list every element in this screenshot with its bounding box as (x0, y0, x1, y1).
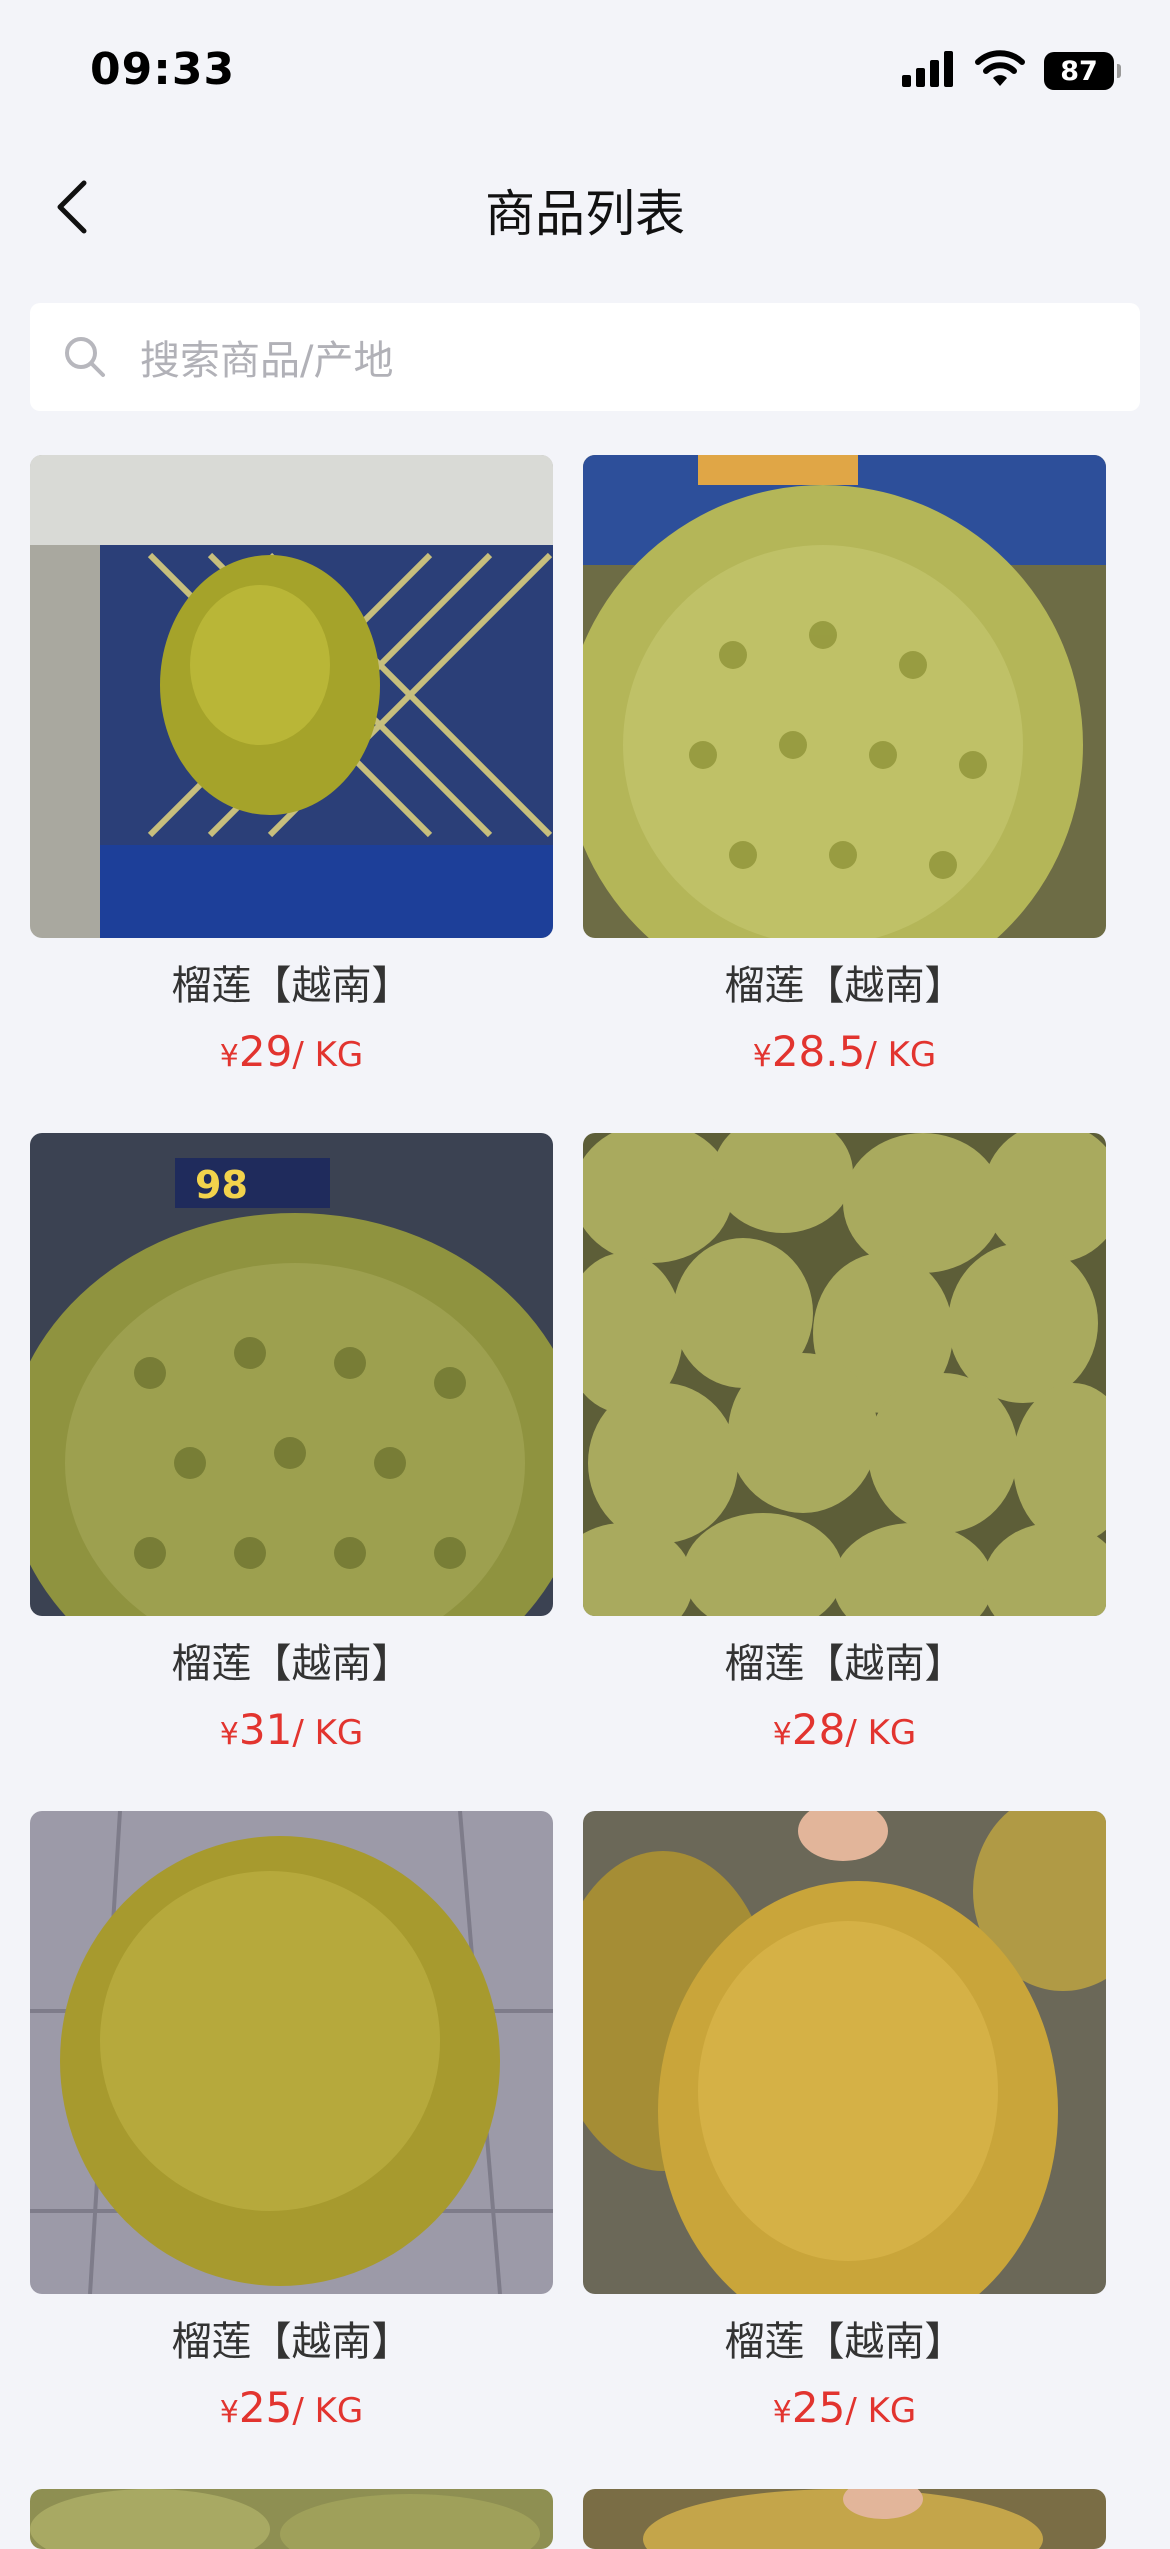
nav-bar: 商品列表 (0, 150, 1170, 265)
product-price: ¥28/ KG (583, 1702, 1106, 1758)
battery-indicator: 87 (1044, 52, 1121, 90)
product-name: 榴莲【越南】 (171, 963, 412, 1009)
price-unit: / KG (292, 1035, 364, 1075)
price-value: 31 (238, 1705, 293, 1754)
status-time: 09:33 (90, 44, 236, 95)
currency-symbol: ¥ (219, 1039, 239, 1074)
page-title: 商品列表 (485, 185, 685, 243)
search-placeholder: 搜索商品/产地 (140, 338, 394, 384)
product-card-partial[interactable] (30, 2489, 553, 2549)
status-bar: 09:33 87 (0, 0, 1170, 150)
signal-icon (902, 51, 956, 91)
currency-symbol: ¥ (772, 1717, 792, 1752)
search-icon (60, 332, 110, 382)
currency-symbol: ¥ (752, 1039, 772, 1074)
status-icons: 87 (902, 50, 1121, 92)
product-card[interactable]: 98 榴莲【越南】 ¥31/ KG (30, 1133, 553, 1811)
product-price: ¥28.5/ KG (583, 1024, 1106, 1080)
product-image[interactable] (583, 1133, 1106, 1616)
product-grid: 榴莲【越南】 ¥29/ KG 榴莲【越南】 ¥28.5/ KG 98 榴莲【越南… (30, 455, 1140, 2549)
product-name: 榴莲【越南】 (724, 963, 965, 1009)
product-card[interactable]: 榴莲【越南】 ¥25/ KG (30, 1811, 553, 2489)
price-value: 28.5 (771, 1027, 866, 1076)
product-name: 榴莲【越南】 (171, 1641, 412, 1687)
price-unit: / KG (292, 2391, 364, 2431)
battery-level: 87 (1060, 55, 1098, 87)
product-price: ¥25/ KG (583, 2380, 1106, 2436)
product-image[interactable] (30, 455, 553, 938)
product-card[interactable]: 榴莲【越南】 ¥25/ KG (583, 1811, 1106, 2489)
product-price: ¥31/ KG (30, 1702, 553, 1758)
product-card-partial[interactable] (583, 2489, 1106, 2549)
product-name: 榴莲【越南】 (724, 2319, 965, 2365)
price-unit: / KG (845, 1713, 917, 1753)
product-price: ¥25/ KG (30, 2380, 553, 2436)
product-price: ¥29/ KG (30, 1024, 553, 1080)
product-image[interactable] (583, 1811, 1106, 2294)
product-image[interactable] (583, 455, 1106, 938)
price-value: 28 (791, 1705, 846, 1754)
svg-text:98: 98 (195, 1163, 248, 1207)
product-image[interactable]: 98 (30, 1133, 553, 1616)
product-image[interactable] (30, 1811, 553, 2294)
search-input[interactable]: 搜索商品/产地 (30, 303, 1140, 411)
product-card[interactable]: 榴莲【越南】 ¥28/ KG (583, 1133, 1106, 1811)
currency-symbol: ¥ (219, 1717, 239, 1752)
price-unit: / KG (292, 1713, 364, 1753)
product-image[interactable] (30, 2489, 553, 2549)
price-unit: / KG (865, 1035, 937, 1075)
price-unit: / KG (845, 2391, 917, 2431)
currency-symbol: ¥ (219, 2395, 239, 2430)
currency-symbol: ¥ (772, 2395, 792, 2430)
price-value: 25 (791, 2383, 846, 2432)
product-name: 榴莲【越南】 (724, 1641, 965, 1687)
price-value: 29 (238, 1027, 293, 1076)
product-image[interactable] (583, 2489, 1106, 2549)
price-value: 25 (238, 2383, 293, 2432)
product-name: 榴莲【越南】 (171, 2319, 412, 2365)
wifi-icon (974, 50, 1026, 92)
product-card[interactable]: 榴莲【越南】 ¥28.5/ KG (583, 455, 1106, 1133)
product-card[interactable]: 榴莲【越南】 ¥29/ KG (30, 455, 553, 1133)
